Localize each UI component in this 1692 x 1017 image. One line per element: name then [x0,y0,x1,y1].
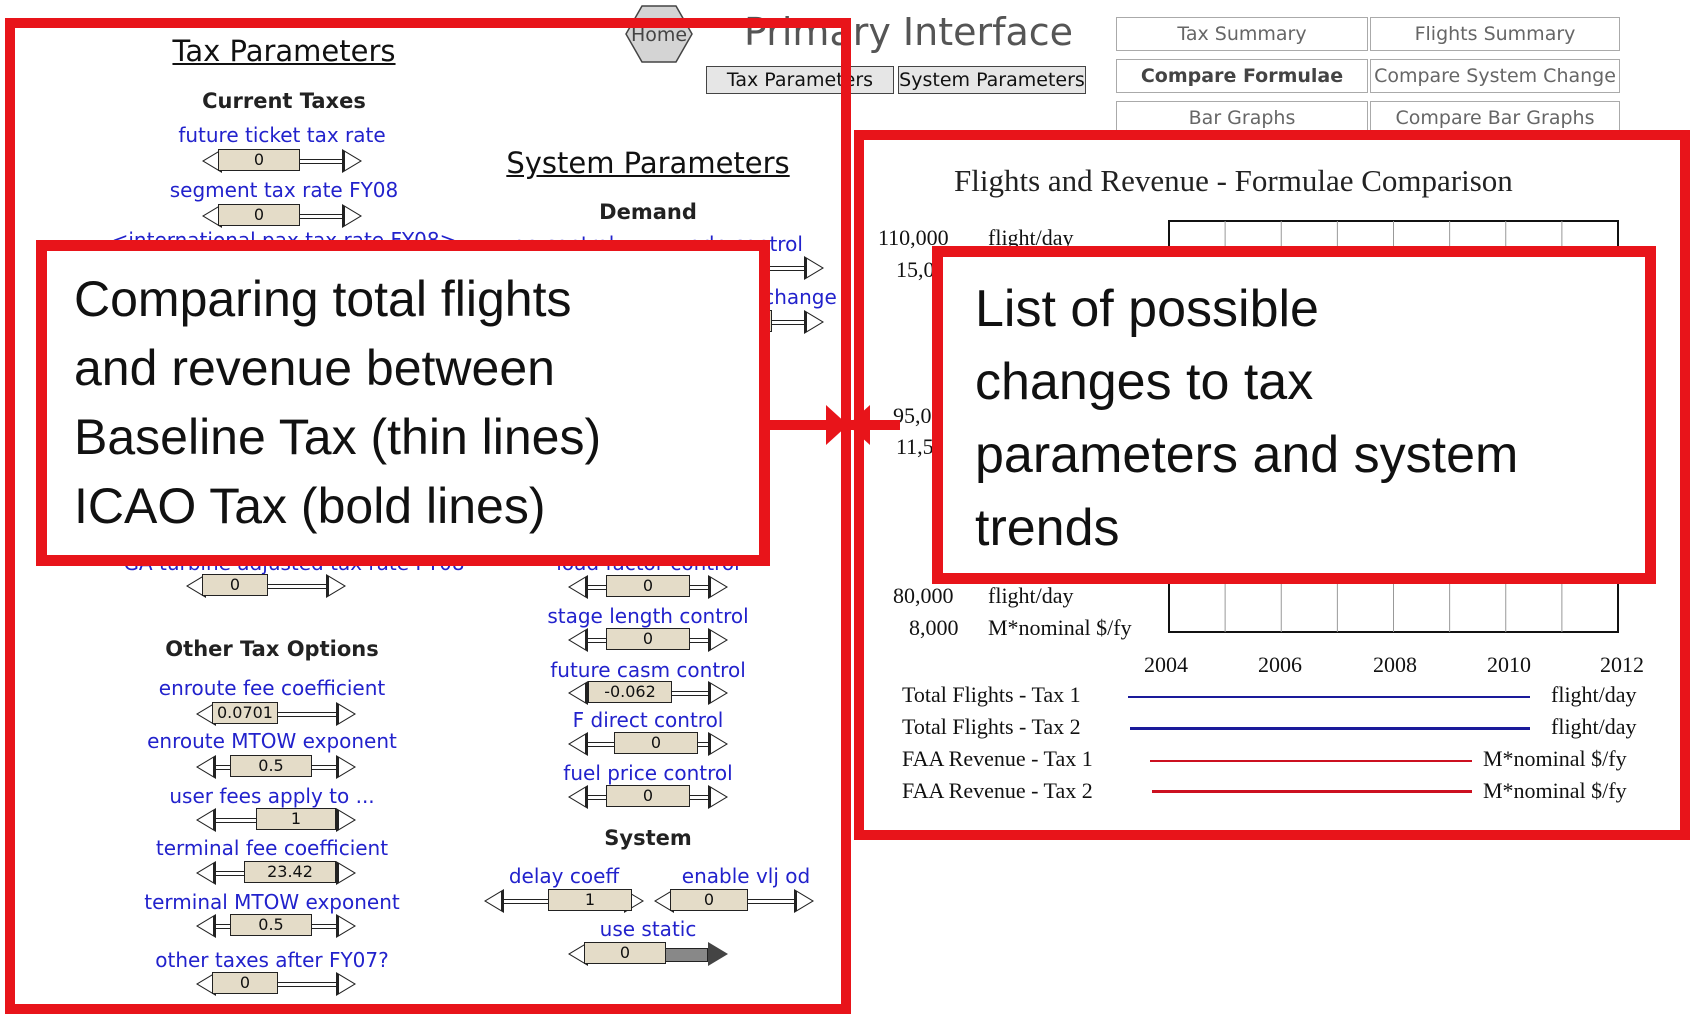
callout-line: changes to tax [975,353,1314,411]
nav-flights-summary[interactable]: Flights Summary [1370,17,1620,51]
nav-tax-summary[interactable]: Tax Summary [1116,17,1368,51]
left-callout: Comparing total flights and revenue betw… [36,240,770,566]
callout-line: List of possible [975,280,1319,338]
callout-line: Comparing total flights [74,271,572,327]
callout-line: trends [975,499,1120,557]
nav-compare-formulae[interactable]: Compare Formulae [1116,59,1368,93]
right-callout: List of possible changes to tax paramete… [932,246,1656,584]
tab-system-parameters[interactable]: System Parameters [898,66,1086,94]
connector-arrows [760,405,900,445]
nav-compare-system-change[interactable]: Compare System Change [1370,59,1620,93]
callout-line: ICAO Tax (bold lines) [74,478,546,534]
callout-line: and revenue between [74,340,555,396]
callout-line: Baseline Tax (thin lines) [74,409,602,465]
callout-line: parameters and system [975,426,1519,484]
